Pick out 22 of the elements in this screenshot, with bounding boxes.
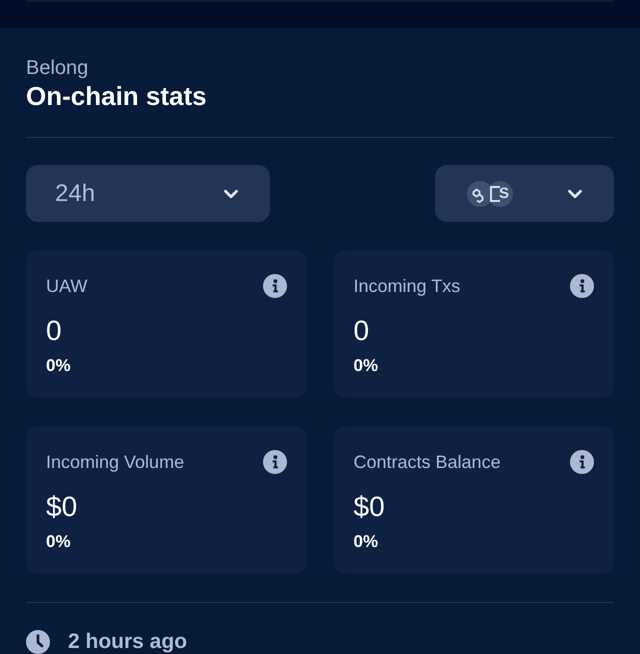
stat-change: 0%	[46, 356, 71, 376]
network-dropdown[interactable]: S	[435, 165, 614, 222]
stat-value: 0	[46, 314, 62, 348]
project-name: Belong	[26, 56, 90, 80]
stat-value: 0	[354, 314, 370, 348]
stat-label: Incoming Volume	[46, 451, 184, 473]
info-icon[interactable]	[570, 274, 594, 298]
info-icon[interactable]	[262, 274, 286, 298]
stat-value: $0	[354, 490, 385, 524]
stat-label: Incoming Txs	[354, 275, 460, 297]
token-logo-icon: S	[487, 180, 513, 206]
stat-label: Contracts Balance	[354, 451, 501, 473]
stat-label: UAW	[46, 275, 88, 297]
info-icon[interactable]	[262, 450, 286, 474]
updated-time: 2 hours ago	[68, 630, 188, 654]
section-title: On-chain stats	[26, 81, 208, 111]
stat-change: 0%	[354, 532, 378, 552]
period-dropdown[interactable]: 24h	[26, 165, 270, 222]
stat-value: $0	[46, 490, 78, 524]
stat-change: 0%	[354, 356, 378, 376]
stat-change: 0%	[46, 532, 71, 552]
info-icon[interactable]	[570, 450, 594, 474]
